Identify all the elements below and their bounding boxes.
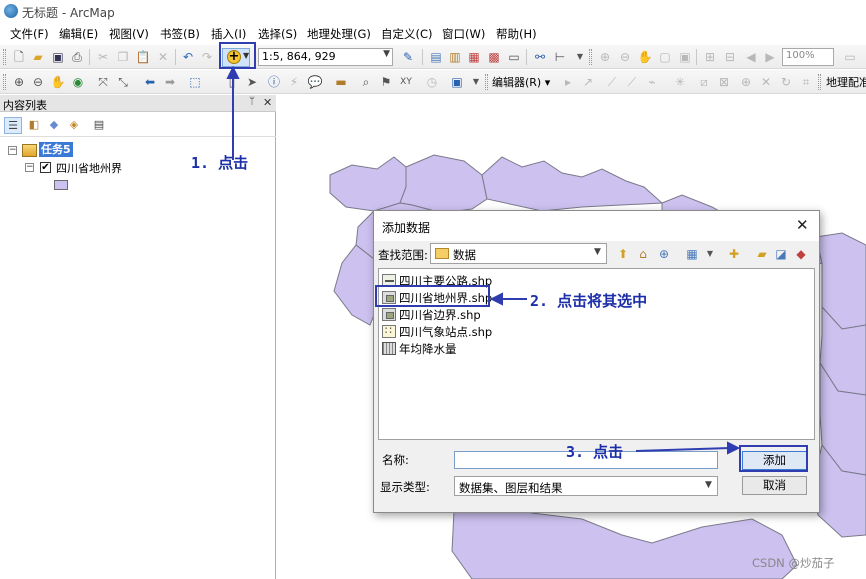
annotation-step3: 3. 点击 [566,443,624,461]
watermark: CSDN @炒茄子 [752,556,835,570]
arrowhead [727,441,741,455]
annotation-step1: 1. 点击 [191,154,249,172]
arrow-step3 [635,447,731,452]
annotation-arrows [226,65,741,455]
arrowhead [489,292,503,306]
arrowhead [226,65,240,79]
annotation-step2: 2. 点击将其选中 [530,292,648,310]
